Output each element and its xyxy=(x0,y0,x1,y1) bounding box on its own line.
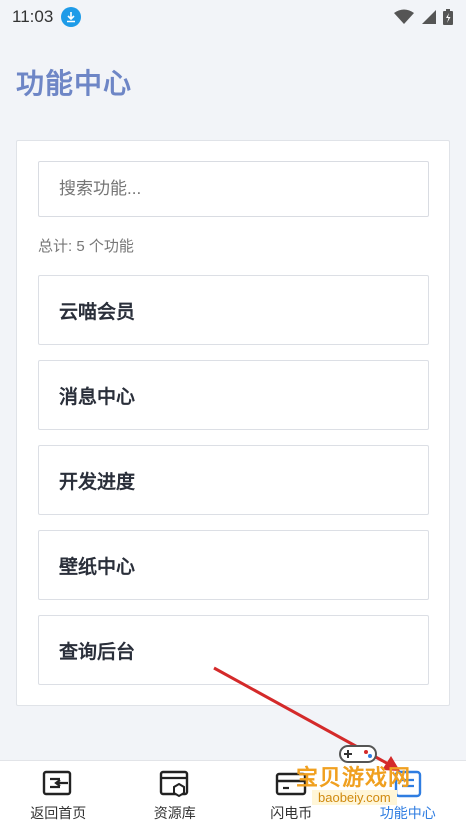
function-item-label: 云喵会员 xyxy=(59,301,136,323)
function-item-wallpaper-center[interactable]: 壁纸中心 xyxy=(38,530,429,600)
function-item-label: 壁纸中心 xyxy=(59,556,136,578)
status-bar: 11:03 xyxy=(0,0,466,34)
watermark-title: 宝贝游戏网 xyxy=(296,765,412,790)
resource-library-icon xyxy=(159,769,191,799)
tab-label: 返回首页 xyxy=(30,805,87,821)
function-item-yunmiao-vip[interactable]: 云喵会员 xyxy=(38,275,429,345)
tab-resource-library[interactable]: 资源库 xyxy=(117,761,234,828)
function-list-card: 总计: 5 个功能 云喵会员 消息中心 开发进度 壁纸中心 查询后台 xyxy=(16,140,450,706)
search-input[interactable] xyxy=(38,161,429,217)
watermark-url: baobeiy.com xyxy=(312,790,397,805)
tab-return-home[interactable]: 返回首页 xyxy=(0,761,117,828)
page-title: 功能中心 xyxy=(16,68,133,99)
signal-icon xyxy=(422,10,436,24)
function-item-label: 开发进度 xyxy=(59,471,136,493)
total-count-text: 总计: 5 个功能 xyxy=(38,238,134,255)
function-item-label: 消息中心 xyxy=(59,386,136,408)
function-item-message-center[interactable]: 消息中心 xyxy=(38,360,429,430)
tab-label: 资源库 xyxy=(153,805,196,821)
battery-icon xyxy=(443,9,453,25)
function-item-label: 查询后台 xyxy=(59,641,136,663)
download-icon xyxy=(61,7,82,27)
status-icons xyxy=(394,8,454,26)
return-home-icon xyxy=(42,769,74,799)
wifi-icon xyxy=(394,9,414,24)
watermark-logo: 宝贝游戏网 baobeiy.com xyxy=(292,745,442,812)
function-item-dev-progress[interactable]: 开发进度 xyxy=(38,445,429,515)
function-item-query-backend[interactable]: 查询后台 xyxy=(38,615,429,685)
status-time: 11:03 xyxy=(12,7,54,26)
